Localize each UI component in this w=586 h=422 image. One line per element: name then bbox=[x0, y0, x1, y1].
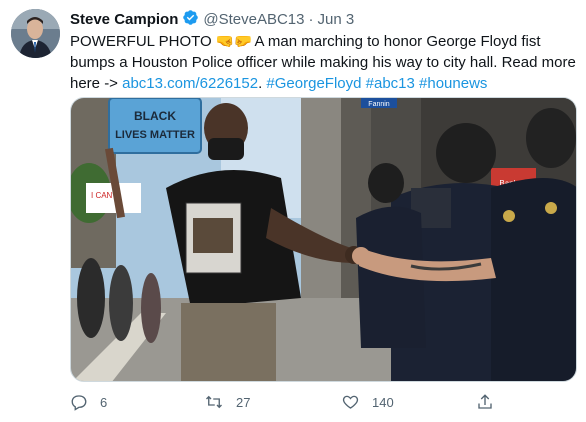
like-count: 140 bbox=[372, 394, 394, 410]
tweet-actions: 6 27 140 bbox=[70, 393, 500, 415]
sign-line-2: LIVES MATTER bbox=[115, 129, 195, 141]
author-name[interactable]: Steve Campion bbox=[70, 11, 178, 28]
tweet-header: Steve Campion @SteveABC13 · Jun 3 bbox=[70, 9, 354, 29]
fist-bump-emoji: 🤜🤛 bbox=[215, 33, 252, 50]
tweet-text-prefix: POWERFUL PHOTO bbox=[70, 33, 216, 50]
retweet-icon bbox=[206, 395, 222, 409]
hashtag-abc13[interactable]: #abc13 bbox=[366, 75, 415, 92]
reply-icon bbox=[71, 395, 87, 411]
author-handle[interactable]: @SteveABC13 bbox=[203, 11, 304, 28]
tweet-date[interactable]: Jun 3 bbox=[318, 11, 355, 28]
reply-count: 6 bbox=[100, 394, 108, 410]
sign-line-1: BLACK bbox=[134, 109, 176, 123]
heart-icon bbox=[342, 395, 359, 409]
reply-button[interactable]: 6 bbox=[70, 393, 107, 411]
retweet-button[interactable]: 27 bbox=[204, 393, 250, 411]
verified-badge-icon bbox=[182, 9, 199, 30]
street-sign: Fannin bbox=[368, 101, 390, 108]
avatar[interactable] bbox=[11, 9, 60, 58]
header-separator: · bbox=[308, 10, 314, 28]
share-button[interactable] bbox=[476, 393, 506, 411]
hashtag-georgefloyd[interactable]: #GeorgeFloyd bbox=[266, 75, 361, 92]
like-button[interactable]: 140 bbox=[341, 393, 394, 411]
article-link[interactable]: abc13.com/6226152 bbox=[122, 75, 258, 92]
tweet-card[interactable]: Steve Campion @SteveABC13 · Jun 3 POWERF… bbox=[0, 0, 586, 422]
link-suffix: . bbox=[258, 75, 263, 92]
share-icon bbox=[478, 394, 492, 409]
retweet-count: 27 bbox=[236, 394, 251, 410]
hashtag-hounews[interactable]: #hounews bbox=[419, 75, 487, 92]
tweet-text: POWERFUL PHOTO 🤜🤛 A man marching to hono… bbox=[70, 31, 578, 94]
tweet-photo[interactable]: Fannin Bank of I CAN'T BLACK LIVES MATTE… bbox=[70, 97, 577, 382]
